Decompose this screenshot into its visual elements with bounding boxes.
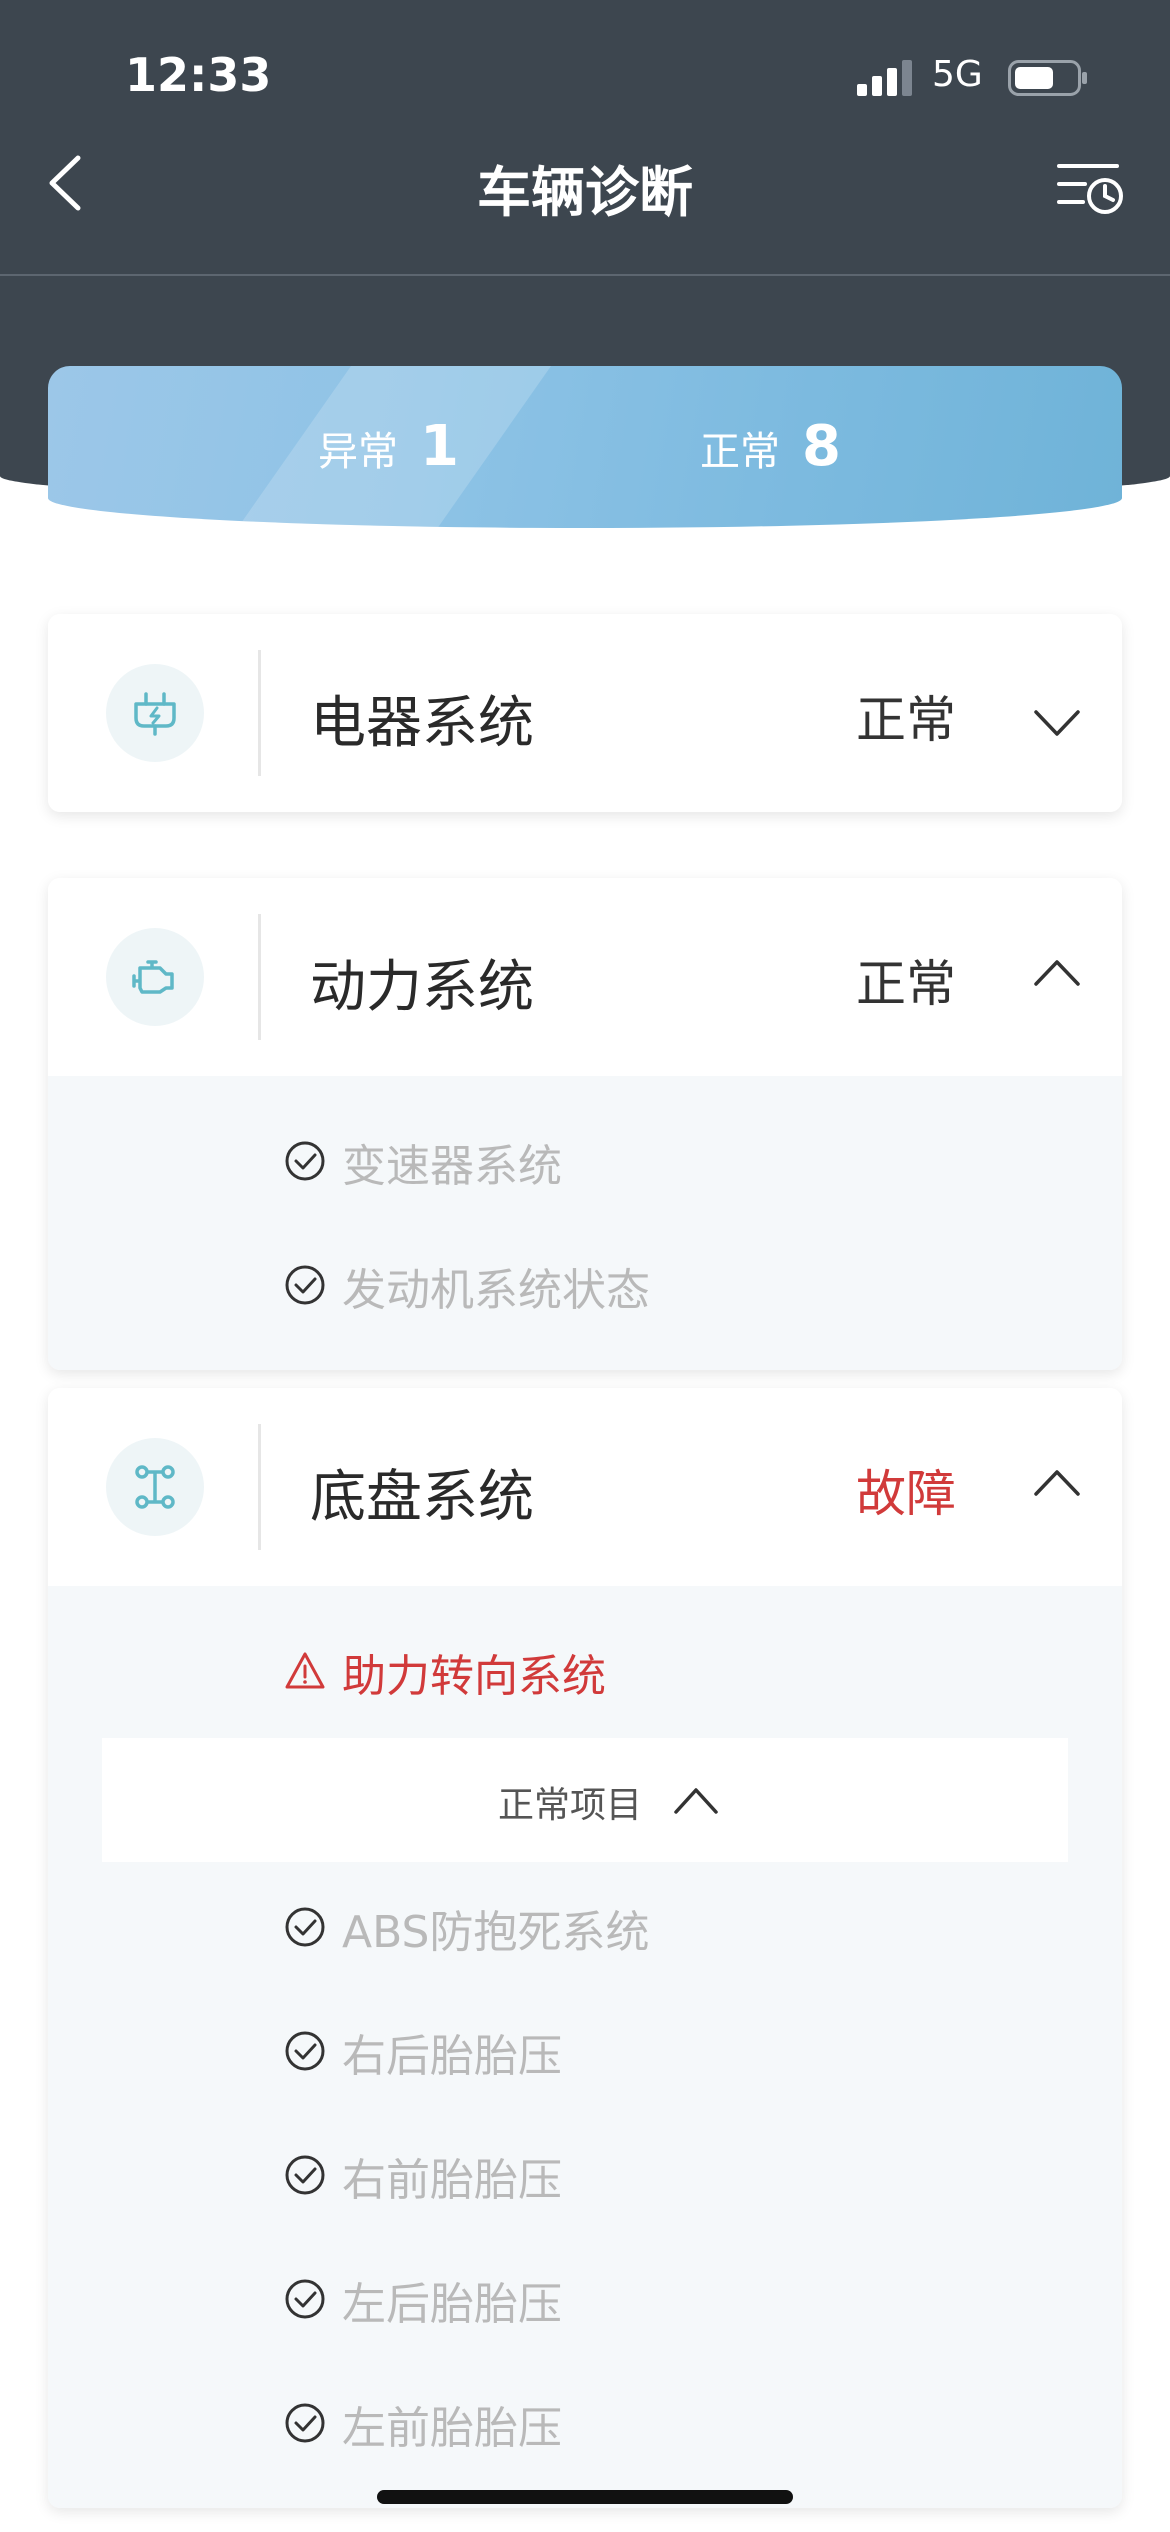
system-name: 动力系统	[310, 955, 534, 1020]
check-circle-icon	[285, 1141, 325, 1181]
list-item: ABS防抱死系统	[48, 1862, 1122, 1986]
normal-label: 正常	[700, 429, 780, 475]
system-card-power: 动力系统 正常 变速器系统 发动机系统状态	[48, 878, 1122, 1370]
header-divider-line	[258, 1424, 261, 1550]
chevron-down-icon[interactable]	[1032, 702, 1082, 742]
check-circle-icon	[285, 2279, 325, 2319]
system-card-header[interactable]: 底盘系统 故障	[48, 1388, 1122, 1586]
chevron-up-icon[interactable]	[1032, 1464, 1082, 1504]
system-status: 正常	[856, 691, 956, 749]
header-divider-line	[258, 914, 261, 1040]
system-card-chassis: 底盘系统 故障 助力转向系统 正常项目 ABS防抱死系统 右后胎胎压 右前胎胎压	[48, 1388, 1122, 2508]
normal-count: 8	[802, 414, 841, 479]
fault-item: 助力转向系统	[48, 1606, 1122, 1730]
chevron-up-icon	[674, 1788, 718, 1814]
list-item: 变速器系统	[48, 1096, 1122, 1220]
list-item: 左前胎胎压	[48, 2358, 1122, 2482]
battery-icon	[1008, 60, 1087, 96]
chevron-up-icon[interactable]	[1032, 954, 1082, 994]
warning-icon	[285, 1652, 325, 1689]
normal-items-toggle[interactable]: 正常项目	[102, 1738, 1068, 1862]
system-items: 变速器系统 发动机系统状态	[48, 1076, 1122, 1370]
system-card-header[interactable]: 动力系统 正常	[48, 878, 1122, 1076]
list-item: 左后胎胎压	[48, 2234, 1122, 2358]
list-item: 发动机系统状态	[48, 1220, 1122, 1344]
system-name: 电器系统	[310, 691, 534, 756]
list-item: 右后胎胎压	[48, 1986, 1122, 2110]
check-circle-icon	[285, 2031, 325, 2071]
system-status: 正常	[856, 955, 956, 1013]
list-item: 右前胎胎压	[48, 2110, 1122, 2234]
item-label: 发动机系统状态	[342, 1265, 650, 1316]
item-label: 右后胎胎压	[342, 2031, 562, 2082]
home-indicator	[377, 2490, 793, 2504]
network-type: 5G	[932, 54, 983, 95]
normal-items-label: 正常项目	[497, 1785, 642, 1826]
header-divider	[0, 274, 1170, 276]
signal-icon	[857, 60, 912, 96]
chassis-icon	[106, 1438, 204, 1536]
summary-card: 异常 1 正常 8	[48, 366, 1122, 528]
abnormal-summary: 异常 1	[318, 414, 459, 479]
status-time: 12:33	[125, 48, 272, 102]
item-label: 变速器系统	[342, 1141, 562, 1192]
check-circle-icon	[285, 1907, 325, 1947]
abnormal-label: 异常	[318, 429, 398, 475]
system-card-header[interactable]: 电器系统 正常	[48, 614, 1122, 812]
check-circle-icon	[285, 2403, 325, 2443]
check-circle-icon	[285, 2155, 325, 2195]
item-label: 右前胎胎压	[342, 2155, 562, 2206]
plug-icon	[106, 664, 204, 762]
item-label: 左后胎胎压	[342, 2279, 562, 2330]
item-label: 左前胎胎压	[342, 2403, 562, 2454]
engine-icon	[106, 928, 204, 1026]
check-circle-icon	[285, 1265, 325, 1305]
system-card-electrical: 电器系统 正常	[48, 614, 1122, 812]
system-name: 底盘系统	[310, 1465, 534, 1530]
item-label: 助力转向系统	[342, 1651, 606, 1702]
item-label: ABS防抱死系统	[342, 1907, 650, 1958]
system-status: 故障	[856, 1465, 956, 1523]
normal-summary: 正常 8	[700, 414, 841, 479]
system-items: 助力转向系统 正常项目 ABS防抱死系统 右后胎胎压 右前胎胎压 左后胎胎压 左…	[48, 1586, 1122, 2508]
page-title: 车辆诊断	[477, 161, 693, 224]
abnormal-count: 1	[420, 414, 459, 479]
history-list-icon[interactable]	[1055, 158, 1125, 218]
header-divider-line	[258, 650, 261, 776]
